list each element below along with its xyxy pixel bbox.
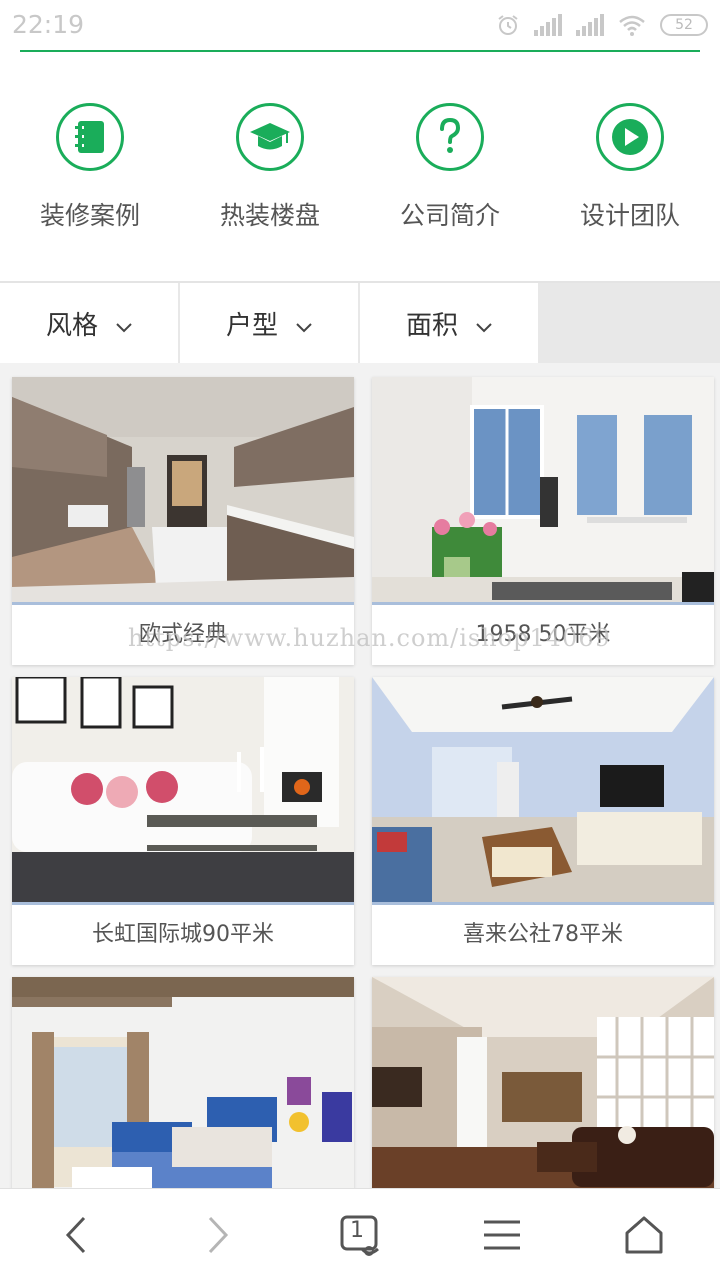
case-card[interactable]: 长虹国际城90平米 [12, 677, 354, 965]
case-card[interactable]: 喜来公社78平米 [372, 677, 714, 965]
case-card[interactable]: 欧式经典 [12, 377, 354, 665]
nav-label: 热装楼盘 [219, 201, 320, 230]
battery-icon: 52 [660, 14, 708, 36]
nav-item-company-intro[interactable]: 公司简介 [360, 52, 540, 280]
bedroom-photo [12, 977, 354, 1204]
filter-style[interactable]: 风格 [0, 283, 178, 363]
case-title: 喜来公社78平米 [463, 922, 623, 947]
filter-label: 风格 [45, 310, 98, 341]
alarm-icon [498, 15, 518, 35]
nav-item-design-team[interactable]: 设计团队 [540, 52, 720, 280]
filter-layout[interactable]: 户型 [180, 283, 358, 363]
filter-label: 面积 [405, 310, 458, 341]
browser-toolbar: 1 [0, 1188, 720, 1280]
graduation-cap-icon [250, 123, 290, 150]
back-icon [65, 1216, 86, 1254]
filter-label: 户型 [225, 310, 278, 341]
filter-area[interactable]: 面积 [360, 283, 538, 363]
chevron-down-icon [116, 323, 132, 333]
back-button[interactable] [44, 1203, 108, 1267]
tabs-button[interactable]: 1 [328, 1203, 392, 1267]
nav-label: 设计团队 [579, 201, 680, 230]
living-room-windows-photo [372, 377, 714, 604]
home-icon [625, 1216, 663, 1254]
nav-label: 公司简介 [399, 201, 500, 230]
sofa-fireplace-photo [12, 677, 354, 904]
status-icons: 52 [496, 12, 708, 38]
kitchen-photo [12, 377, 354, 604]
nav-item-cases[interactable]: 装修案例 [0, 52, 180, 280]
chevron-down-icon [296, 323, 312, 333]
notebook-icon [75, 121, 104, 153]
forward-button[interactable] [186, 1203, 250, 1267]
case-grid: 欧式经典 1958 50平米 长虹国际城90平米 喜来公社78平米 [0, 363, 720, 1265]
status-time: 22:19 [12, 10, 85, 39]
wifi-icon [619, 15, 645, 36]
case-card[interactable]: 1958 50平米 [372, 377, 714, 665]
loft-living-room-photo [372, 977, 714, 1204]
nav-item-hot-estates[interactable]: 热装楼盘 [180, 52, 360, 280]
signal-icon [576, 14, 604, 36]
watermark: https://www.huzhan.com/ishop14069 [128, 624, 611, 652]
quick-nav: 装修案例 热装楼盘 公司简介 设计团队 [0, 52, 720, 280]
case-title: 长虹国际城90平米 [92, 922, 274, 947]
signal-icon [534, 14, 562, 36]
question-icon [440, 117, 461, 153]
filter-bar: 风格 户型 面积 [0, 283, 720, 363]
nav-label: 装修案例 [39, 201, 140, 230]
menu-button[interactable] [470, 1203, 534, 1267]
play-icon [612, 119, 648, 155]
menu-icon [484, 1220, 520, 1250]
home-button[interactable] [612, 1203, 676, 1267]
tab-count: 1 [350, 1218, 364, 1243]
status-bar: 22:19 52 [0, 0, 720, 50]
blue-living-room-photo [372, 677, 714, 904]
forward-icon [208, 1216, 229, 1254]
chevron-down-icon [476, 323, 492, 333]
